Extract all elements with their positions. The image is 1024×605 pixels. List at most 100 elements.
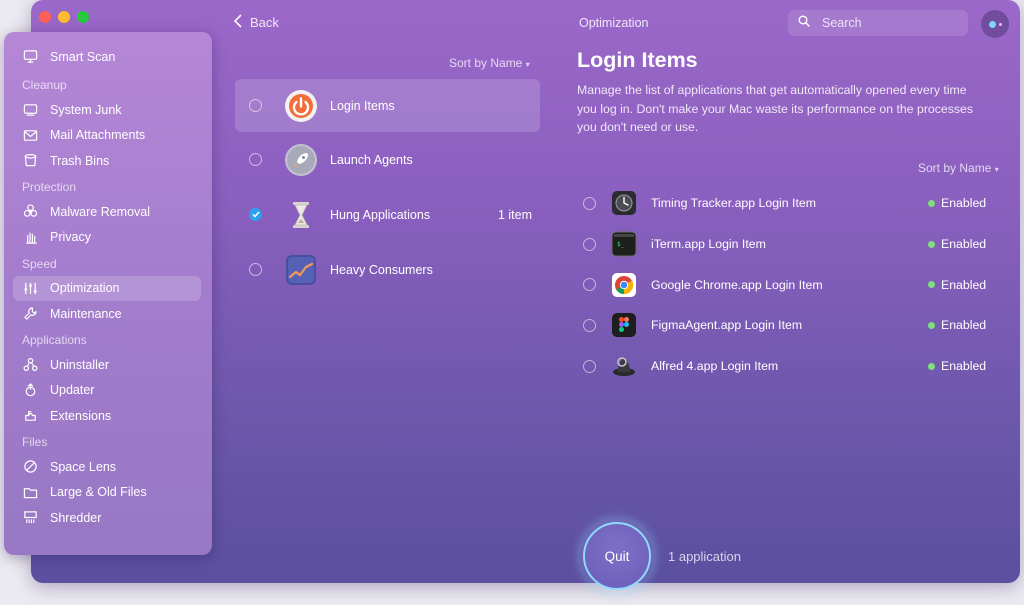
sidebar-item-malware-removal[interactable]: Malware Removal [4,199,202,225]
svg-text:$_: $_ [617,241,625,248]
sidebar-item-large-old-files[interactable]: Large & Old Files [4,480,202,506]
category-label: Launch Agents [330,152,413,167]
status-dot-icon [928,240,935,248]
back-button[interactable]: Back [233,14,279,31]
sidebar-item-space-lens[interactable]: Space Lens [4,454,202,480]
sidebar-item-label: Trash Bins [50,153,110,168]
search-field[interactable] [788,10,968,36]
extensions-icon [22,408,38,424]
selected-app-count: 1 application [668,549,741,564]
category-checkbox[interactable] [249,153,262,166]
shredder-icon [22,510,38,526]
login-item-name: Alfred 4.app Login Item [651,359,779,374]
page-description: Manage the list of applications that get… [577,83,974,134]
status-dot-icon [928,199,935,207]
login-item-row[interactable]: Timing Tracker.app Login Item Enabled [583,183,993,224]
sidebar-item-privacy[interactable]: Privacy [4,225,202,251]
sidebar-item-mail-attachments[interactable]: Mail Attachments [4,123,202,149]
sidebar-item-extensions[interactable]: Extensions [4,403,202,429]
caret-down-icon: ▾ [994,165,999,174]
category-login-items[interactable]: Login Items [235,79,540,132]
window-controls [39,11,89,23]
category-checkbox[interactable] [249,208,262,221]
sidebar-item-optimization[interactable]: Optimization [13,275,201,301]
sort-dropdown-middle[interactable]: Sort by Name ▾ [449,56,530,70]
window-title: Optimization [579,16,649,30]
category-hung-applications[interactable]: Hung Applications 1 item [235,187,540,242]
status-badge: Enabled [928,359,986,373]
sidebar-item-label: Mail Attachments [50,128,146,143]
login-item-row[interactable]: Google Chrome.app Login Item Enabled [583,264,993,305]
power-icon [284,89,318,123]
quit-button[interactable]: Quit [583,522,651,590]
status-dot-icon [928,281,935,289]
close-window-button[interactable] [39,11,51,23]
biohazard-icon [22,204,38,220]
login-item-checkbox[interactable] [583,359,596,373]
sidebar-item-trash-bins[interactable]: Trash Bins [4,148,202,174]
category-checkbox[interactable] [249,263,262,276]
iterm-app-icon: $_ [611,231,637,257]
uninstaller-icon [22,357,38,373]
sidebar-item-label: Extensions [50,408,112,423]
checkmark-icon [251,211,260,218]
hand-icon [22,229,38,245]
folder-icon [22,484,38,500]
caret-down-icon: ▾ [525,60,530,69]
assistant-button[interactable] [981,10,1009,38]
sidebar-item-uninstaller[interactable]: Uninstaller [4,352,202,378]
login-item-row[interactable]: Alfred 4.app Login Item Enabled [583,346,993,387]
search-input[interactable] [822,16,952,30]
login-item-checkbox[interactable] [583,278,596,292]
optimization-categories: Login Items Launch Agents Hung Application… [235,79,540,297]
sidebar-item-label: System Junk [50,102,122,117]
back-label: Back [250,15,279,30]
status-label: Enabled [941,277,987,292]
sidebar-item-label: Large & Old Files [50,485,147,500]
status-label: Enabled [941,359,987,374]
sidebar-item-smart-scan[interactable]: Smart Scan [4,44,202,70]
figma-app-icon [611,312,637,338]
sidebar-item-system-junk[interactable]: System Junk [4,97,202,123]
sidebar-item-updater[interactable]: Updater [4,378,202,404]
sidebar-section-title: Applications [22,333,87,347]
smart-scan-icon [22,49,38,65]
sidebar-item-maintenance[interactable]: Maintenance [4,301,202,327]
sidebar-item-label: Smart Scan [50,49,116,64]
sidebar-item-label: Updater [50,383,95,398]
login-item-checkbox[interactable] [583,237,596,251]
mail-icon [22,127,38,143]
login-item-checkbox[interactable] [583,318,596,332]
status-badge: Enabled [928,196,986,210]
login-item-row[interactable]: $_ iTerm.app Login Item Enabled [583,224,993,265]
category-checkbox[interactable] [249,99,262,112]
sort-label: Sort by Name [449,56,523,70]
login-item-checkbox[interactable] [583,196,596,210]
status-badge: Enabled [928,278,986,292]
minimize-window-button[interactable] [58,11,70,23]
login-item-name: iTerm.app Login Item [651,237,766,252]
chrome-app-icon [611,272,637,298]
sidebar-section-title: Files [22,435,48,449]
login-item-name: Timing Tracker.app Login Item [651,196,816,211]
zoom-window-button[interactable] [77,11,89,23]
category-heavy-consumers[interactable]: Heavy Consumers [235,242,540,297]
status-label: Enabled [941,237,987,252]
sidebar-section-title: Cleanup [22,78,67,92]
sidebar-item-label: Optimization [50,281,120,296]
login-item-name: FigmaAgent.app Login Item [651,318,803,333]
sidebar-item-shredder[interactable]: Shredder [4,505,202,531]
search-icon [798,14,810,32]
category-launch-agents[interactable]: Launch Agents [235,132,540,187]
status-label: Enabled [941,196,987,211]
sort-dropdown-right[interactable]: Sort by Name ▾ [918,161,999,175]
system-junk-icon [22,102,38,118]
category-label: Heavy Consumers [330,262,433,277]
sort-label: Sort by Name [918,161,992,175]
login-item-row[interactable]: FigmaAgent.app Login Item Enabled [583,305,993,346]
sidebar-item-label: Shredder [50,510,102,525]
space-lens-icon [22,459,38,475]
sidebar-item-label: Uninstaller [50,357,110,372]
rocket-icon [284,143,318,177]
category-count: 1 item [497,207,532,222]
